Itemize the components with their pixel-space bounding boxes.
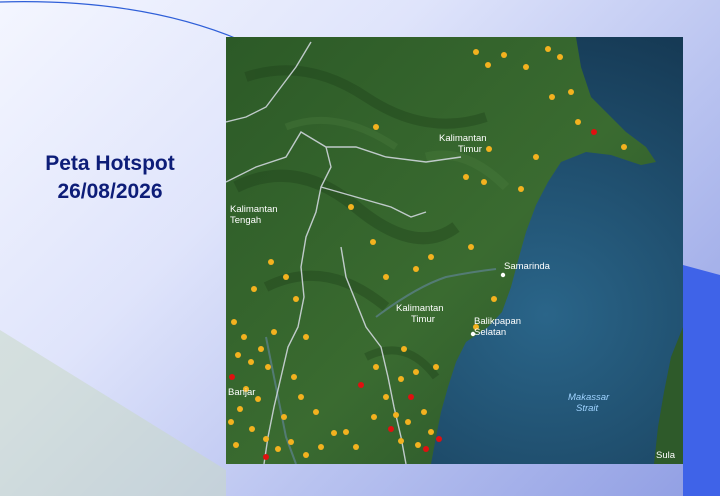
- label-kaltim-south-1: Kalimantan: [396, 303, 444, 314]
- label-kaltim-south-2: Timur: [411, 314, 435, 325]
- label-kalteng-1: Kalimantan: [230, 204, 278, 215]
- label-kalteng-2: Tengah: [230, 215, 261, 226]
- decorative-green-shade: [0, 330, 226, 496]
- hotspot-map[interactable]: Kalimantan Timur Kalimantan Tengah Samar…: [226, 37, 683, 464]
- label-kaltim-north-1: Kalimantan: [439, 133, 487, 144]
- label-samarinda: Samarinda: [504, 261, 551, 272]
- city-dot-samarinda: [500, 272, 506, 278]
- label-kaltim-north-2: Timur: [458, 144, 482, 155]
- slide-title: Peta Hotspot 26/08/2026: [20, 150, 200, 206]
- label-banjar: Banjar: [228, 387, 255, 398]
- decorative-arc: [0, 1, 241, 41]
- title-line-1: Peta Hotspot: [45, 152, 175, 175]
- label-sula: Sula: [656, 450, 676, 461]
- label-makassar-2: Strait: [576, 403, 599, 414]
- label-makassar-1: Makassar: [568, 392, 610, 403]
- label-balikpapan-2: Selatan: [474, 327, 506, 338]
- title-line-2: 26/08/2026: [57, 180, 163, 203]
- decorative-blue-shape: [683, 265, 720, 496]
- satellite-map-svg: Kalimantan Timur Kalimantan Tengah Samar…: [226, 37, 683, 464]
- label-balikpapan-1: Balikpapan: [474, 316, 521, 327]
